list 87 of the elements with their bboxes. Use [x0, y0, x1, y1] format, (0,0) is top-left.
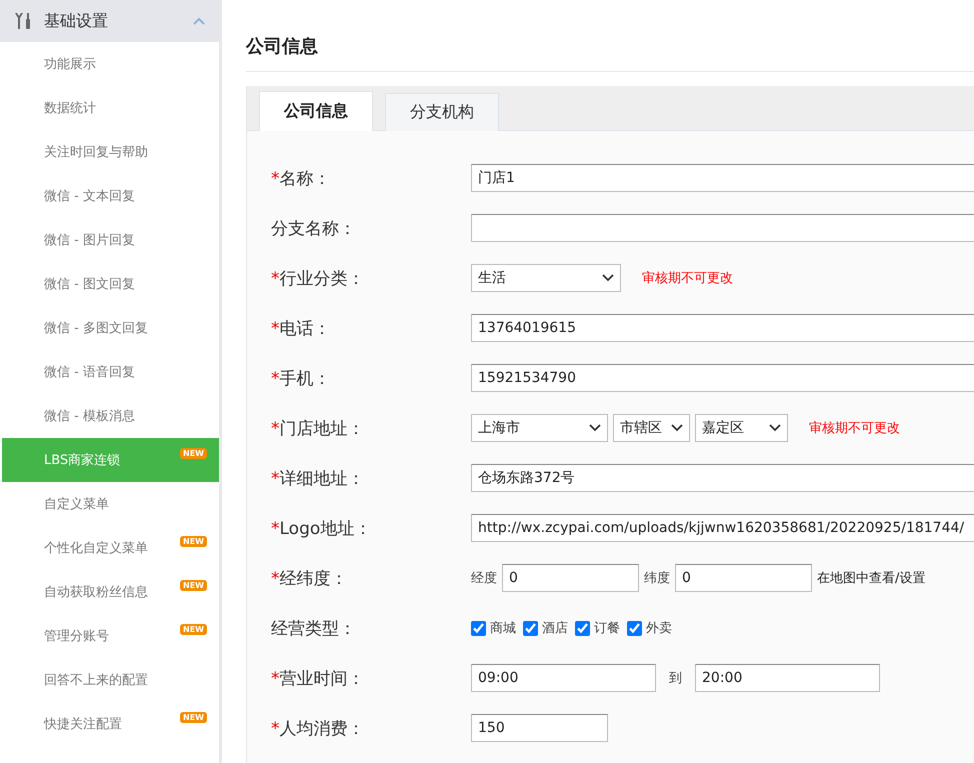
sidebar-item[interactable]: 微信 - 文本回复	[0, 174, 219, 218]
time-input[interactable]: 09:00	[471, 664, 656, 692]
field-label: *行业分类：	[270, 268, 366, 290]
latitude-input[interactable]: 0	[675, 564, 812, 592]
sidebar-item[interactable]: 回答不上来的配置	[0, 658, 219, 702]
sidebar-item-label: 数据统计	[44, 100, 97, 117]
select-field[interactable]: 生活	[471, 264, 621, 292]
sidebar-group-header[interactable]: 基础设置	[0, 0, 219, 42]
input-field[interactable]: http://wx.zcypai.com/uploads/kjjwnw1620358681/20220925/181744/	[471, 514, 974, 542]
sidebar-item-label: 自动获取粉丝信息	[44, 584, 149, 601]
longitude-input[interactable]: 0	[502, 564, 639, 592]
caret-icon	[193, 17, 205, 25]
field-label: 分支名称：	[270, 218, 357, 240]
new-badge: NEW	[180, 624, 207, 635]
field-label: *人均消费：	[270, 718, 366, 740]
checkbox-label: 酒店	[542, 620, 568, 637]
field-label: *电话：	[270, 318, 332, 340]
tab[interactable]: 公司信息	[259, 91, 373, 131]
input-field[interactable]: 150	[471, 714, 608, 742]
new-badge: NEW	[180, 712, 207, 723]
chevron-down-icon	[671, 424, 683, 432]
input-field[interactable]: 门店1	[471, 164, 974, 192]
sidebar-item[interactable]: 自定义菜单	[0, 482, 219, 526]
sidebar-item-label: 个性化自定义菜单	[44, 540, 149, 557]
longitude-label: 经度	[471, 570, 497, 587]
field-label: *Logo地址：	[270, 518, 372, 540]
sidebar-item-label: LBS商家连锁	[44, 452, 122, 469]
chevron-down-icon	[769, 424, 781, 432]
sidebar-item[interactable]: 微信 - 图片回复	[0, 218, 219, 262]
sidebar-item-label: 微信 - 模板消息	[44, 408, 136, 425]
sidebar-item-label: 快捷关注配置	[44, 716, 123, 733]
input-field[interactable]: 13764019615	[471, 314, 974, 342]
tab[interactable]: 分支机构	[385, 93, 499, 131]
input-field[interactable]: 15921534790	[471, 364, 974, 392]
select-field[interactable]: 市辖区	[613, 414, 690, 442]
checkbox[interactable]	[471, 620, 486, 636]
sidebar-item[interactable]: 快捷关注配置 NEW	[0, 702, 219, 746]
sidebar-item-label: 自定义菜单	[44, 496, 110, 513]
warning-note: 审核期不可更改	[809, 420, 900, 437]
field-label: *经纬度：	[270, 568, 348, 590]
select-field[interactable]: 嘉定区	[695, 414, 788, 442]
warning-note: 审核期不可更改	[642, 270, 733, 287]
field-label: *手机：	[270, 368, 332, 390]
sidebar-item[interactable]: 功能展示	[0, 42, 219, 86]
checkbox[interactable]	[627, 620, 642, 636]
sidebar-item-label: 关注时回复与帮助	[44, 144, 149, 161]
input-field[interactable]: 仓场东路372号	[471, 464, 974, 492]
chevron-down-icon	[602, 274, 614, 282]
sidebar-item-label: 微信 - 多图文回复	[44, 320, 149, 337]
sidebar-group-title: 基础设置	[44, 10, 109, 32]
new-badge: NEW	[180, 580, 207, 591]
checkbox-label: 外卖	[646, 620, 672, 637]
sidebar-item[interactable]: 微信 - 语音回复	[0, 350, 219, 394]
sidebar-item[interactable]: 微信 - 模板消息	[0, 394, 219, 438]
field-label: *名称：	[270, 168, 332, 190]
checkbox[interactable]	[523, 620, 538, 636]
sidebar-item[interactable]: 自动获取粉丝信息 NEW	[0, 570, 219, 614]
page-title: 公司信息	[246, 0, 974, 72]
sidebar-item-label: 微信 - 图文回复	[44, 276, 136, 293]
latitude-label: 纬度	[644, 570, 670, 587]
sidebar-item-label: 管理分账号	[44, 628, 110, 645]
sidebar-item[interactable]: 微信 - 图文回复	[0, 262, 219, 306]
checkbox-label: 订餐	[594, 620, 620, 637]
range-separator: 到	[669, 670, 682, 687]
new-badge: NEW	[180, 448, 207, 459]
new-badge: NEW	[180, 536, 207, 547]
sidebar-item[interactable]: 个性化自定义菜单 NEW	[0, 526, 219, 570]
sidebar-item[interactable]: 微信 - 多图文回复	[0, 306, 219, 350]
input-field[interactable]	[471, 214, 974, 242]
map-link[interactable]: 在地图中查看/设置	[817, 569, 926, 587]
checkbox-label: 商城	[490, 620, 516, 637]
sidebar-item-label: 微信 - 图片回复	[44, 232, 136, 249]
sidebar-item-label: 回答不上来的配置	[44, 672, 149, 689]
checkbox[interactable]	[575, 620, 590, 636]
chevron-down-icon	[589, 424, 601, 432]
select-field[interactable]: 上海市	[471, 414, 608, 442]
field-label: *门店地址：	[270, 418, 366, 440]
sidebar-item-label: 微信 - 文本回复	[44, 188, 136, 205]
sidebar-item-label: 功能展示	[44, 56, 97, 73]
field-label: *详细地址：	[270, 468, 366, 490]
sidebar-item[interactable]: 数据统计	[0, 86, 219, 130]
sidebar-item[interactable]: 管理分账号 NEW	[0, 614, 219, 658]
time-input[interactable]: 20:00	[695, 664, 880, 692]
field-label: *营业时间：	[270, 668, 366, 690]
sidebar-item-label: 微信 - 语音回复	[44, 364, 136, 381]
field-label: 经营类型：	[270, 618, 357, 640]
sidebar-item[interactable]: 关注时回复与帮助	[0, 130, 219, 174]
